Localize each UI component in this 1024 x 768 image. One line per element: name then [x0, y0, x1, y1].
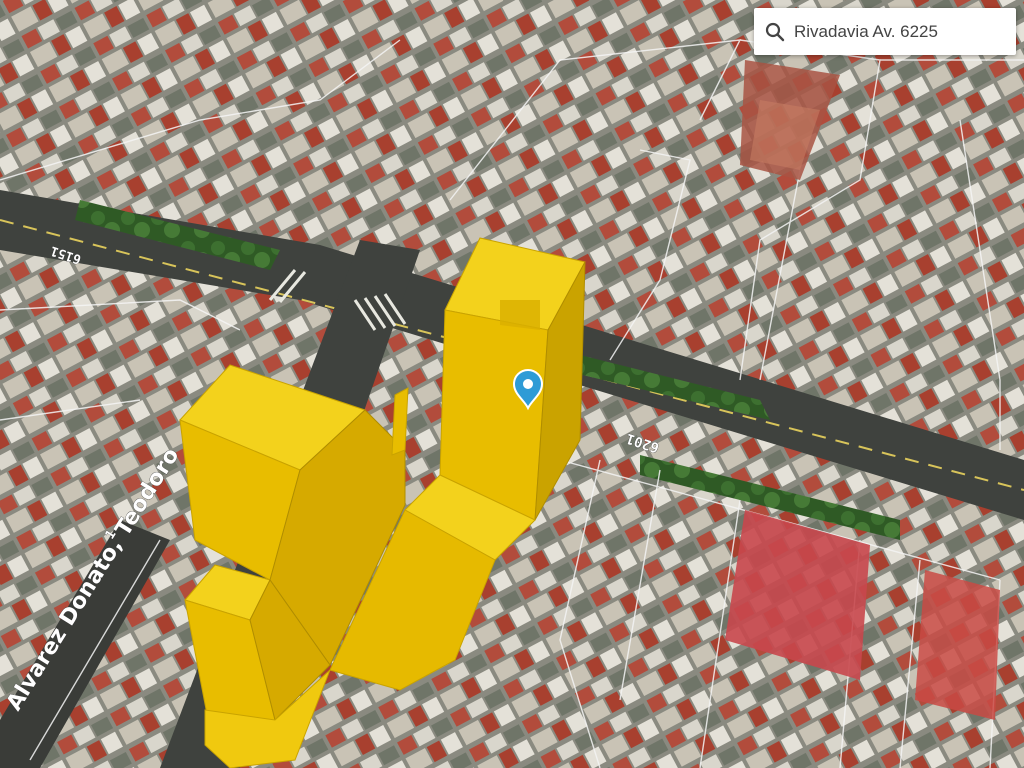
map-canvas[interactable]: Alvarez Donato, Teodoro 6151 6201 1: [0, 0, 1024, 768]
search-input[interactable]: [794, 21, 999, 42]
red-roof-building: [915, 570, 1000, 720]
search-bar[interactable]: [754, 8, 1016, 55]
search-icon[interactable]: [764, 21, 786, 43]
